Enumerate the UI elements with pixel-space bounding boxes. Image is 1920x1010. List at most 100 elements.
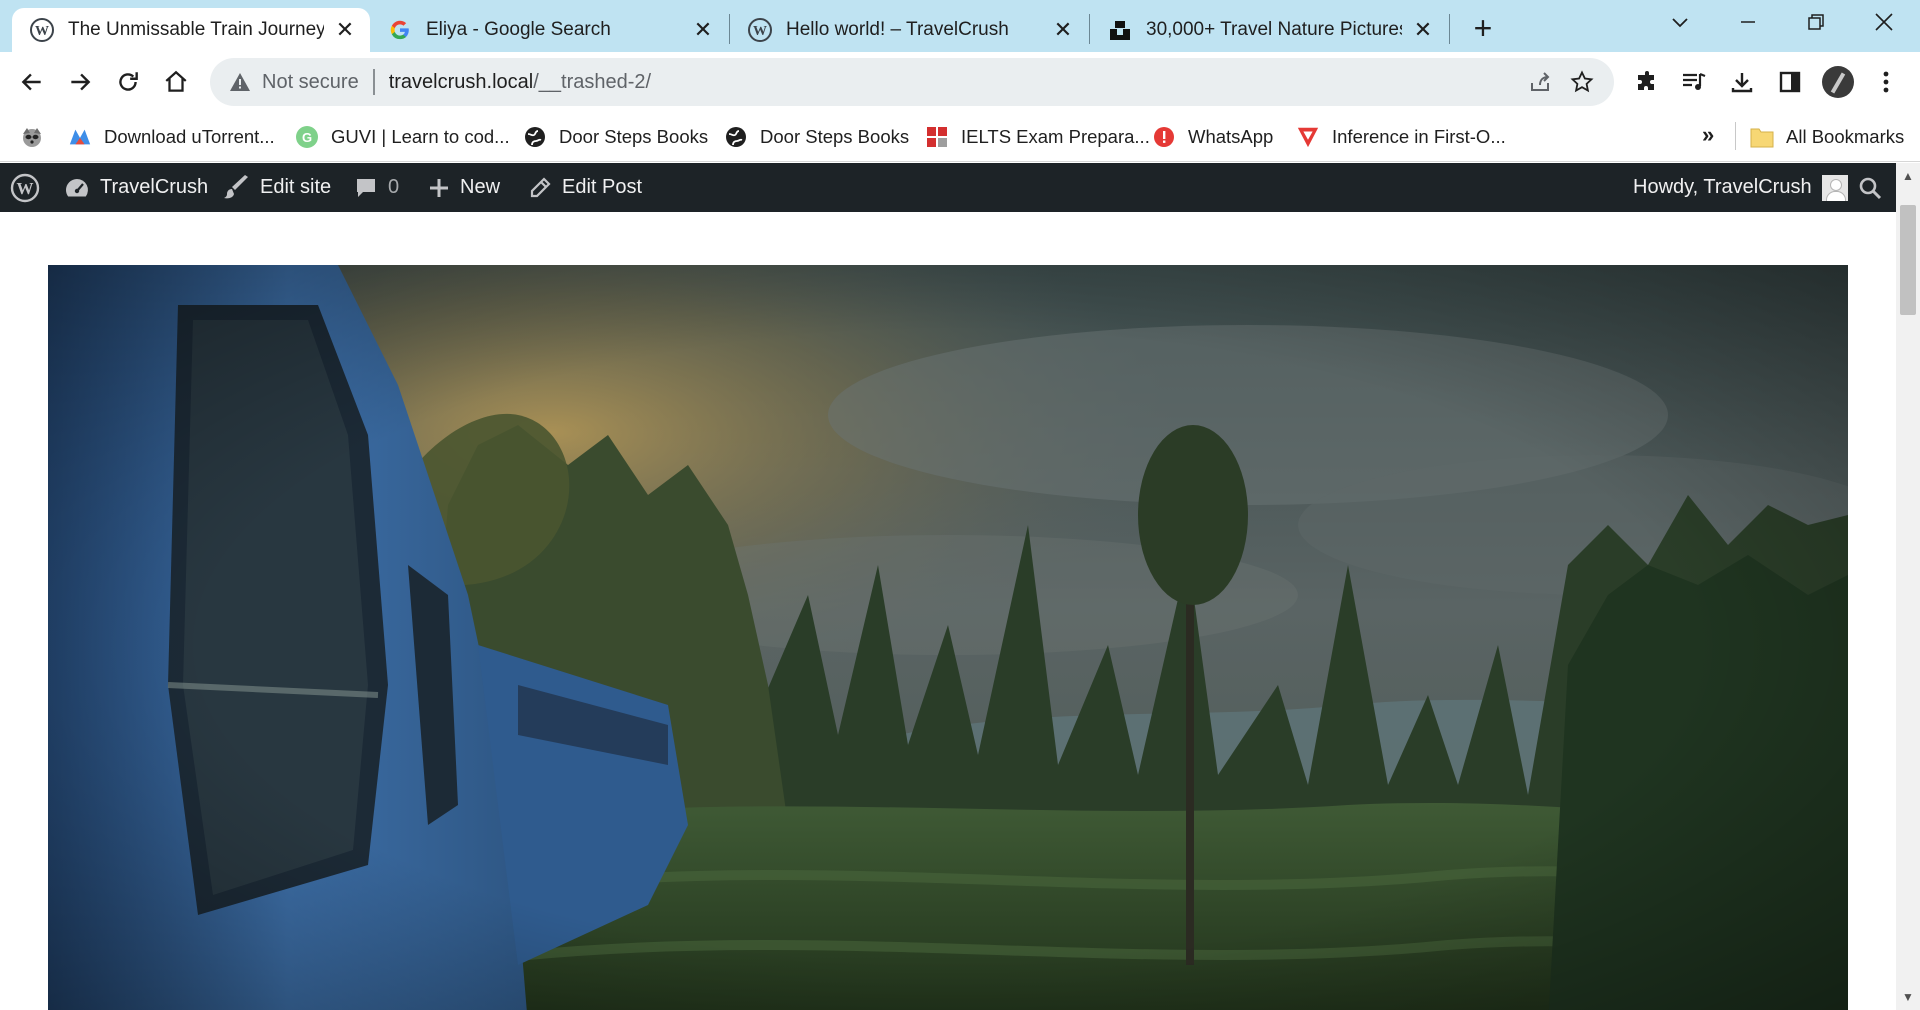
wordpress-logo-icon: W [10, 173, 40, 203]
user-avatar [1821, 174, 1848, 201]
tab-title: 30,000+ Travel Nature Pictures | [1146, 19, 1402, 40]
triangle-logo-icon [1296, 125, 1320, 149]
back-arrow-icon[interactable] [12, 62, 52, 102]
extensions-puzzle-icon[interactable] [1627, 62, 1667, 102]
minimize-window-icon[interactable] [1718, 0, 1778, 44]
browser-menu-kebab-icon[interactable] [1866, 62, 1906, 102]
dashboard-gauge-icon [64, 176, 90, 200]
wp-admin-bar: W TravelCrush Edit site 0 New Edit Post … [0, 163, 1896, 212]
whatsapp-icon [1152, 125, 1176, 149]
featured-image-train-landscape [48, 265, 1848, 1010]
bookmark-inference[interactable]: Inference in First-O... [1296, 122, 1506, 152]
site-name-menu[interactable]: TravelCrush [64, 163, 208, 212]
howdy-label: Howdy, TravelCrush [1633, 176, 1812, 198]
bookmark-label: Door Steps Books [760, 126, 910, 147]
bookmark-door-steps-books-2[interactable]: Door Steps Books [724, 122, 909, 152]
tab-unsplash[interactable]: 30,000+ Travel Nature Pictures | ✕ [1090, 8, 1448, 52]
bookmark-label: WhatsApp [1188, 126, 1274, 147]
download-icon[interactable] [1722, 62, 1762, 102]
tab-hello-world[interactable]: W Hello world! – TravelCrush ✕ [730, 8, 1088, 52]
tab-title: Eliya - Google Search [426, 19, 611, 40]
bookmark-label: Door Steps Books [559, 126, 709, 147]
close-tab-icon[interactable]: ✕ [1050, 17, 1076, 43]
guvi-icon: G [295, 125, 319, 149]
reload-icon[interactable] [108, 62, 148, 102]
restore-window-icon[interactable] [1786, 0, 1846, 44]
wordpress-icon: W [30, 18, 54, 42]
comments-count: 0 [388, 176, 400, 198]
my-account-menu[interactable]: Howdy, TravelCrush [1633, 163, 1848, 212]
browser-tab-strip: W The Unmissable Train Journeys C ✕ Eliy… [0, 0, 1920, 52]
edit-site-label: Edit site [260, 176, 332, 198]
comment-bubble-icon [354, 176, 378, 200]
bookmark-whatsapp[interactable]: WhatsApp [1152, 122, 1273, 152]
svg-text:G: G [302, 130, 312, 145]
bookmark-ielts[interactable]: IELTS Exam Prepara... [925, 122, 1150, 152]
globe-icon [523, 125, 547, 149]
profile-avatar-icon[interactable] [1818, 62, 1858, 102]
side-panel-icon[interactable] [1770, 62, 1810, 102]
bookmark-label: IELTS Exam Prepara... [961, 126, 1150, 147]
pencil-icon [528, 176, 552, 200]
svg-text:W: W [35, 24, 49, 39]
bookmark-guvi[interactable]: G GUVI | Learn to cod... [295, 122, 510, 152]
tab-title: Hello world! – TravelCrush [786, 19, 1009, 40]
address-bar[interactable]: Not secure travelcrush.local/__trashed-2… [210, 58, 1614, 106]
svg-text:W: W [17, 179, 34, 198]
wp-logo-menu[interactable]: W [10, 163, 50, 212]
brush-icon [224, 174, 250, 201]
close-window-icon[interactable] [1854, 0, 1914, 44]
scroll-down-arrow-icon[interactable]: ▼ [1896, 986, 1920, 1008]
close-tab-icon[interactable]: ✕ [332, 17, 358, 43]
page-content [0, 212, 1896, 1010]
bookmarks-separator [1735, 122, 1736, 150]
close-tab-icon[interactable]: ✕ [1410, 17, 1436, 43]
site-name-label: TravelCrush [100, 176, 209, 198]
scroll-up-arrow-icon[interactable]: ▲ [1896, 165, 1920, 187]
url-path: /__trashed-2/ [533, 70, 652, 93]
tab-title: The Unmissable Train Journeys C [68, 19, 324, 40]
close-tab-icon[interactable]: ✕ [690, 17, 716, 43]
media-playlist-icon[interactable] [1674, 62, 1714, 102]
browser-toolbar: Not secure travelcrush.local/__trashed-2… [0, 52, 1920, 112]
home-icon[interactable] [156, 62, 196, 102]
unsplash-icon [1108, 18, 1132, 42]
security-status-label: Not secure [262, 70, 359, 93]
utorrent-icon [68, 125, 92, 149]
bookmark-raccoon[interactable] [20, 122, 56, 152]
all-bookmarks-label: All Bookmarks [1786, 126, 1905, 147]
not-secure-warning-icon[interactable] [228, 72, 252, 92]
page-scrollbar[interactable]: ▲ ▼ [1896, 163, 1920, 1010]
new-tab-button[interactable]: + [1465, 10, 1501, 46]
bookmark-label: GUVI | Learn to cod... [331, 126, 510, 147]
omnibox-divider [372, 69, 375, 95]
url-host: travelcrush.local [388, 70, 534, 93]
scrollbar-thumb[interactable] [1900, 205, 1916, 315]
tab-train-journeys[interactable]: W The Unmissable Train Journeys C ✕ [12, 8, 370, 52]
bookmark-door-steps-books[interactable]: Door Steps Books [523, 122, 708, 152]
bookmark-utorrent[interactable]: Download uTorrent... [68, 122, 275, 152]
admin-search-icon[interactable] [1858, 163, 1882, 212]
ielts-icon [925, 125, 949, 149]
bookmark-label: Download uTorrent... [104, 126, 275, 147]
tab-google-search[interactable]: Eliya - Google Search ✕ [370, 8, 728, 52]
edit-site-link[interactable]: Edit site [224, 163, 331, 212]
wordpress-icon: W [748, 18, 772, 42]
comments-link[interactable]: 0 [354, 163, 399, 212]
tab-search-chevron-icon[interactable] [1650, 0, 1710, 44]
share-icon[interactable] [1524, 66, 1556, 98]
forward-arrow-icon[interactable] [60, 62, 100, 102]
edit-post-link[interactable]: Edit Post [528, 163, 642, 212]
bookmarks-overflow-chevron[interactable]: » [1702, 122, 1714, 148]
google-icon [388, 18, 412, 42]
bookmarks-bar: Download uTorrent... G GUVI | Learn to c… [0, 112, 1920, 162]
bookmark-star-icon[interactable] [1566, 66, 1598, 98]
folder-icon [1750, 125, 1774, 149]
svg-text:W: W [753, 24, 767, 39]
new-content-menu[interactable]: New [428, 163, 500, 212]
url-text[interactable]: travelcrush.local/__trashed-2/ [389, 71, 651, 94]
all-bookmarks-folder[interactable]: All Bookmarks [1750, 122, 1904, 152]
tab-separator [1449, 14, 1450, 44]
plus-icon [428, 177, 450, 199]
new-label: New [460, 176, 501, 198]
